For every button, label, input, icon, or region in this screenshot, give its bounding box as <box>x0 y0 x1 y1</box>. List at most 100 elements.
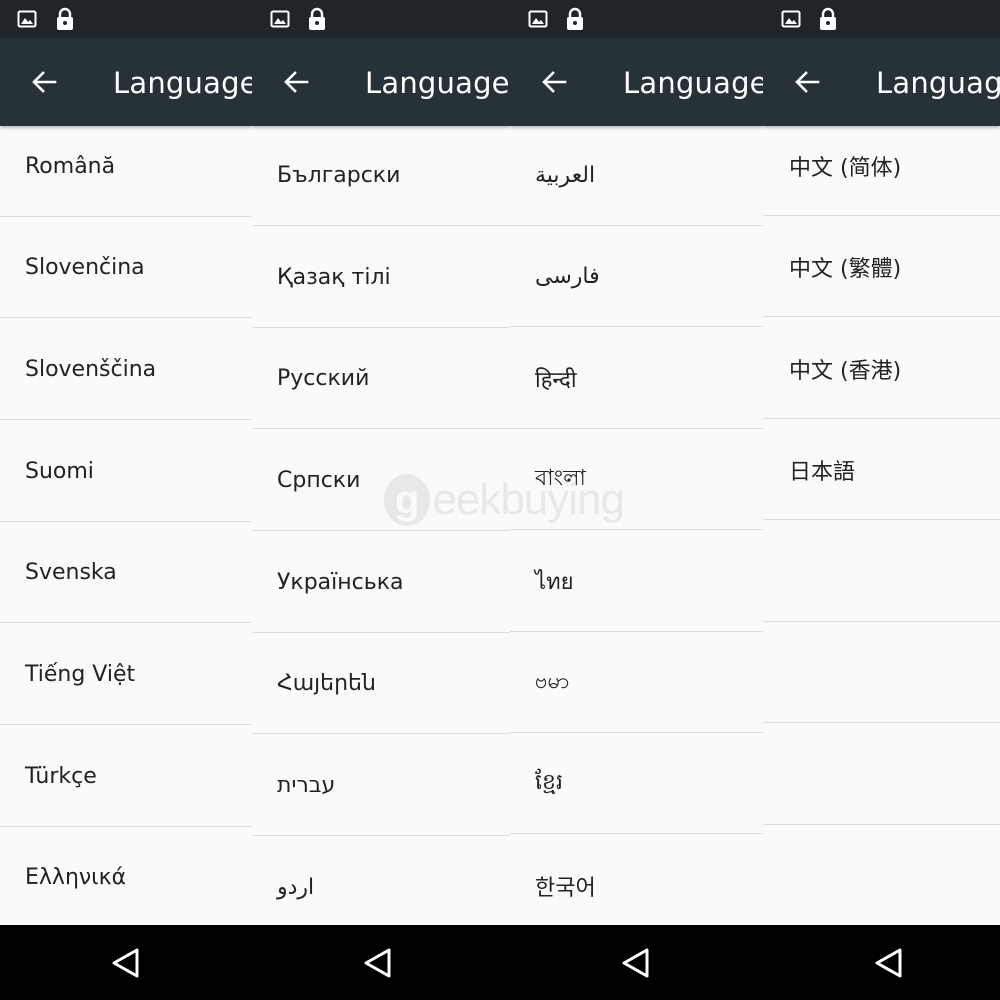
language-item[interactable]: Ελληνικά <box>0 828 252 925</box>
image-icon <box>270 10 290 28</box>
language-item[interactable]: Қазақ тілі <box>252 228 510 328</box>
language-label: Српски <box>277 468 361 493</box>
toolbar: Language <box>763 38 1000 126</box>
language-label: Українська <box>277 570 404 595</box>
navigation-bar <box>252 925 510 1000</box>
language-screen-4: Language 中文 (简体) 中文 (繁體) 中文 (香港) 日本語 <box>763 0 1000 1000</box>
language-item[interactable]: ខ្មែរ <box>510 734 763 834</box>
language-item[interactable]: Српски <box>252 431 510 531</box>
toolbar: Language <box>510 38 763 126</box>
triangle-back-icon[interactable] <box>871 945 907 981</box>
language-label: 한국어 <box>535 876 596 901</box>
triangle-back-icon[interactable] <box>360 945 396 981</box>
status-bar <box>763 0 1000 38</box>
language-item[interactable]: Tiếng Việt <box>0 625 252 725</box>
lock-icon <box>567 7 583 30</box>
status-bar <box>0 0 252 38</box>
language-item[interactable]: 한국어 <box>510 836 763 925</box>
language-item[interactable]: বাংলা <box>510 430 763 530</box>
list-item-empty <box>763 522 1000 622</box>
language-label: Қазақ тілі <box>277 265 391 290</box>
language-item[interactable]: العربية <box>510 126 763 226</box>
language-list: العربية فارسی हिन्दी বাংলা ไทย ဗမာ ខ្មែរ… <box>510 126 763 925</box>
language-item[interactable]: 中文 (繁體) <box>763 217 1000 317</box>
language-item[interactable]: Suomi <box>0 422 252 522</box>
back-button[interactable] <box>787 62 827 102</box>
language-item[interactable]: Svenska <box>0 523 252 623</box>
language-item[interactable]: Română <box>0 126 252 217</box>
language-item[interactable]: 中文 (香港) <box>763 319 1000 419</box>
toolbar: Language <box>252 38 510 126</box>
language-item[interactable]: Українська <box>252 533 510 633</box>
language-label: Български <box>277 163 401 188</box>
image-icon <box>781 10 801 28</box>
language-item[interactable]: Български <box>252 126 510 226</box>
list-item-empty <box>763 725 1000 825</box>
language-screen-1: Language Română Slovenčina Slovenščina S… <box>0 0 252 1000</box>
language-screen-2: Language Български Қазақ тілі Русский Ср… <box>252 0 510 1000</box>
back-button[interactable] <box>534 62 574 102</box>
language-item[interactable]: Հայերեն <box>252 634 510 734</box>
list-item-empty <box>763 623 1000 723</box>
language-label: 中文 (简体) <box>789 155 902 181</box>
language-label: Ελληνικά <box>25 865 127 890</box>
language-label: Slovenčina <box>25 255 145 280</box>
navigation-bar <box>510 925 763 1000</box>
arrow-back-icon <box>284 71 309 93</box>
arrow-back-icon <box>795 71 820 93</box>
image-icon <box>528 10 548 28</box>
language-label: فارسی <box>535 264 600 289</box>
toolbar-title: Language <box>113 66 252 100</box>
language-label: বাংলা <box>535 466 586 491</box>
language-list: Български Қазақ тілі Русский Српски Укра… <box>252 126 510 925</box>
language-label: ဗမာ <box>535 669 570 694</box>
lock-icon <box>309 7 325 30</box>
language-item[interactable]: ဗမာ <box>510 633 763 733</box>
language-label: 日本語 <box>789 459 856 485</box>
language-label: Русский <box>277 366 370 391</box>
navigation-bar <box>0 925 252 1000</box>
language-item[interactable]: Slovenščina <box>0 320 252 420</box>
screenshot-collage: Language Română Slovenčina Slovenščina S… <box>0 0 1000 1000</box>
language-item[interactable]: Türkçe <box>0 727 252 827</box>
language-label: ខ្មែរ <box>535 769 563 795</box>
language-label: Română <box>25 154 116 179</box>
back-button[interactable] <box>24 62 64 102</box>
status-bar <box>510 0 763 38</box>
arrow-back-icon <box>32 71 57 93</box>
language-label: اردو <box>277 874 315 900</box>
language-item[interactable]: 中文 (简体) <box>763 126 1000 216</box>
language-label: Svenska <box>25 560 117 585</box>
language-label: हिन्दी <box>535 367 577 393</box>
language-label: עברית <box>277 773 336 798</box>
language-label: العربية <box>535 163 596 188</box>
language-item[interactable]: فارسی <box>510 227 763 327</box>
lock-icon <box>820 7 836 30</box>
language-label: Tiếng Việt <box>25 662 136 687</box>
language-item[interactable]: Русский <box>252 329 510 429</box>
language-item[interactable]: Slovenčina <box>0 218 252 318</box>
language-label: Հայերեն <box>277 671 376 696</box>
list-item-empty <box>763 826 1000 925</box>
language-item[interactable]: עברית <box>252 736 510 836</box>
language-list: 中文 (简体) 中文 (繁體) 中文 (香港) 日本語 <box>763 126 1000 925</box>
arrow-back-icon <box>542 71 567 93</box>
image-icon <box>17 10 37 28</box>
status-bar <box>252 0 510 38</box>
toolbar: Language <box>0 38 252 126</box>
toolbar-title: Language <box>365 66 510 100</box>
language-item[interactable]: اردو <box>252 837 510 925</box>
language-label: Suomi <box>25 459 94 484</box>
language-label: 中文 (香港) <box>789 358 902 384</box>
language-label: Slovenščina <box>25 357 157 382</box>
toolbar-title: Language <box>623 66 763 100</box>
toolbar-title: Language <box>876 66 1000 100</box>
language-item[interactable]: हिन्दी <box>510 329 763 429</box>
triangle-back-icon[interactable] <box>618 945 654 981</box>
language-item[interactable]: 日本語 <box>763 420 1000 520</box>
language-label: ไทย <box>535 570 574 595</box>
back-button[interactable] <box>276 62 316 102</box>
language-screen-3: Language العربية فارسی हिन्दी বাংলা ไทย … <box>510 0 763 1000</box>
triangle-back-icon[interactable] <box>108 945 144 981</box>
language-item[interactable]: ไทย <box>510 532 763 632</box>
